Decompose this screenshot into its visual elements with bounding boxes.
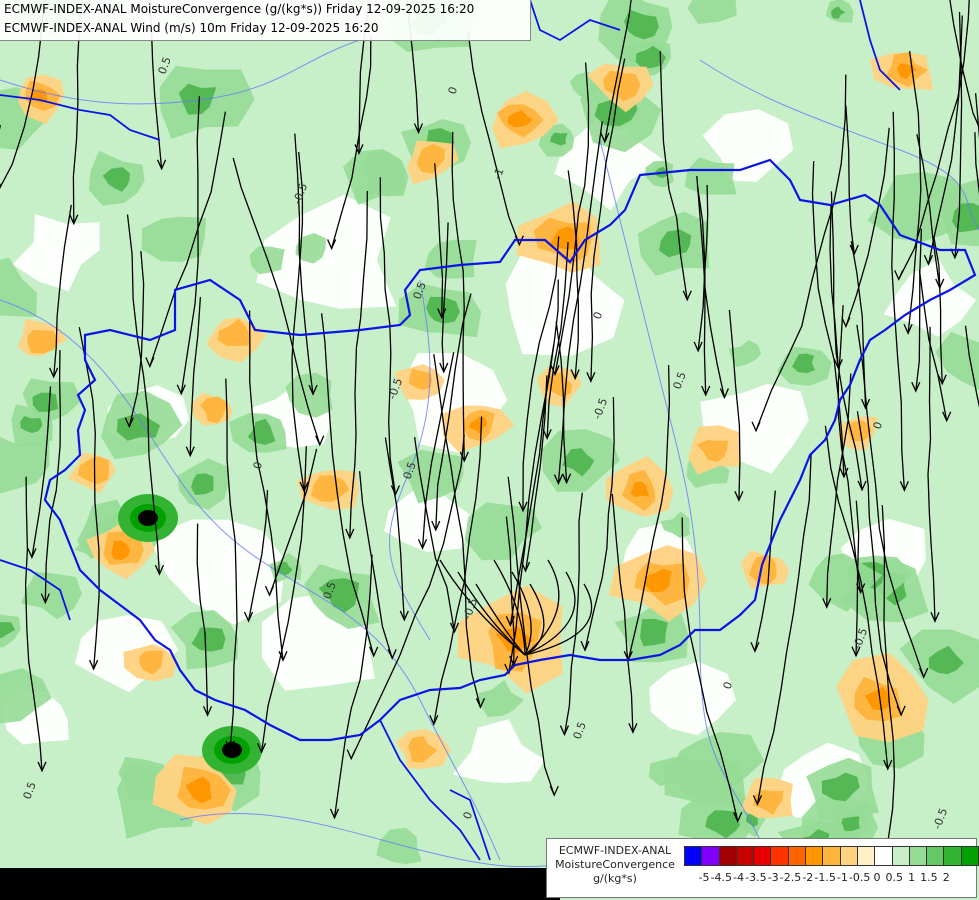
bottom-band xyxy=(0,868,560,900)
legend-swatch xyxy=(701,846,720,866)
legend-tick-label: -4.5 xyxy=(710,871,733,884)
legend-tick-label: -1.5 xyxy=(814,871,836,884)
legend-swatch xyxy=(770,846,789,866)
legend-swatch xyxy=(805,846,824,866)
convergence-core xyxy=(640,618,668,647)
legend-tick-label: 1.5 xyxy=(920,871,938,884)
legend-swatch xyxy=(787,846,807,866)
title-line-moisture: ECMWF-INDEX-ANAL MoistureConvergence (g/… xyxy=(4,2,475,16)
legend-tick-label: 0.5 xyxy=(885,871,904,884)
legend-tick-label: 1 xyxy=(908,871,916,884)
map-title-box: ECMWF-INDEX-ANAL MoistureConvergence (g/… xyxy=(0,0,531,41)
legend-tick-label: -1 xyxy=(836,871,848,884)
legend-model: ECMWF-INDEX-ANAL xyxy=(558,844,672,857)
color-legend: ECMWF-INDEX-ANAL MoistureConvergence g/(… xyxy=(546,838,979,898)
legend-swatch xyxy=(943,846,962,866)
legend-parameter: MoistureConvergence xyxy=(555,858,675,871)
legend-tick-label: -3 xyxy=(767,871,779,884)
legend-swatch xyxy=(856,846,876,866)
legend-tick-label: -4 xyxy=(733,871,745,884)
legend-tick-label: 0 xyxy=(873,871,881,884)
moisture-convergence-map: 0.50-0.5-10.50-0.50.50-0.50.500.5-0.50.5… xyxy=(0,0,979,900)
legend-swatch xyxy=(735,846,755,866)
legend-swatch xyxy=(839,846,858,866)
legend-tick-label: -2.5 xyxy=(779,871,802,884)
legend-tick-label: -5 xyxy=(698,871,710,884)
legend-swatch xyxy=(753,846,772,866)
legend-tick-label: -0.5 xyxy=(848,871,871,884)
legend-swatch xyxy=(874,846,893,866)
legend-ticks: -5 -4.5 -4 -3.5 -3 -2.5 -2 -1.5 -1 -0.5 0 0.5 1 1.5 2 xyxy=(684,871,979,887)
legend-swatch xyxy=(822,846,841,866)
legend-swatch xyxy=(926,846,945,866)
legend-tick-label: -3.5 xyxy=(745,871,767,884)
legend-unit: g/(kg*s) xyxy=(593,872,637,885)
legend-swatch xyxy=(891,846,910,866)
title-line-wind: ECMWF-INDEX-ANAL Wind (m/s) 10m Friday 1… xyxy=(4,21,379,35)
legend-caption: ECMWF-INDEX-ANAL MoistureConvergence g/(… xyxy=(549,844,681,886)
legend-swatch xyxy=(908,846,928,866)
legend-swatch xyxy=(960,846,979,866)
legend-swatch xyxy=(684,846,703,866)
legend-tick-label: 2 xyxy=(942,871,950,884)
legend-tick-label: -2 xyxy=(802,871,814,884)
legend-swatches xyxy=(684,846,979,866)
legend-swatch xyxy=(718,846,737,866)
